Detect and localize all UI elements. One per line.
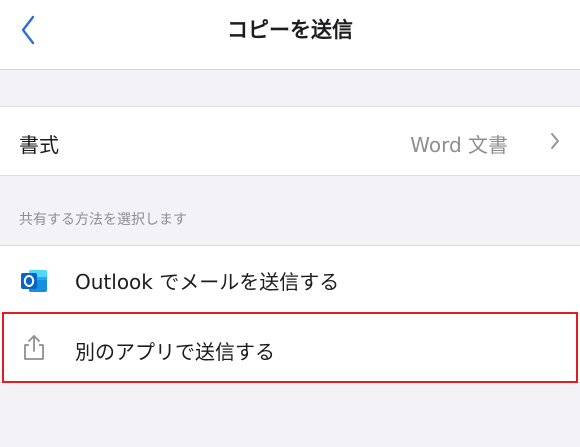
share-options-group: Outlook でメールを送信する 別のアプリで送信する	[0, 245, 580, 383]
format-label: 書式	[19, 133, 59, 157]
format-row[interactable]: 書式 Word 文書	[0, 107, 580, 175]
section-header: 共有する方法を選択します	[19, 212, 187, 228]
share-icon	[24, 335, 44, 360]
option-outlook-label: Outlook でメールを送信する	[75, 270, 340, 294]
row-divider	[0, 313, 580, 314]
option-outlook[interactable]: Outlook でメールを送信する	[0, 246, 580, 313]
option-other-app-label: 別のアプリで送信する	[75, 340, 275, 364]
format-value: Word 文書	[410, 133, 508, 157]
page-title: コピーを送信	[227, 18, 353, 42]
option-other-app[interactable]: 別のアプリで送信する	[0, 314, 580, 383]
navigation-bar: コピーを送信	[0, 0, 580, 70]
outlook-icon	[21, 270, 47, 292]
format-group: 書式 Word 文書	[0, 106, 580, 176]
chevron-right-icon	[551, 133, 559, 149]
